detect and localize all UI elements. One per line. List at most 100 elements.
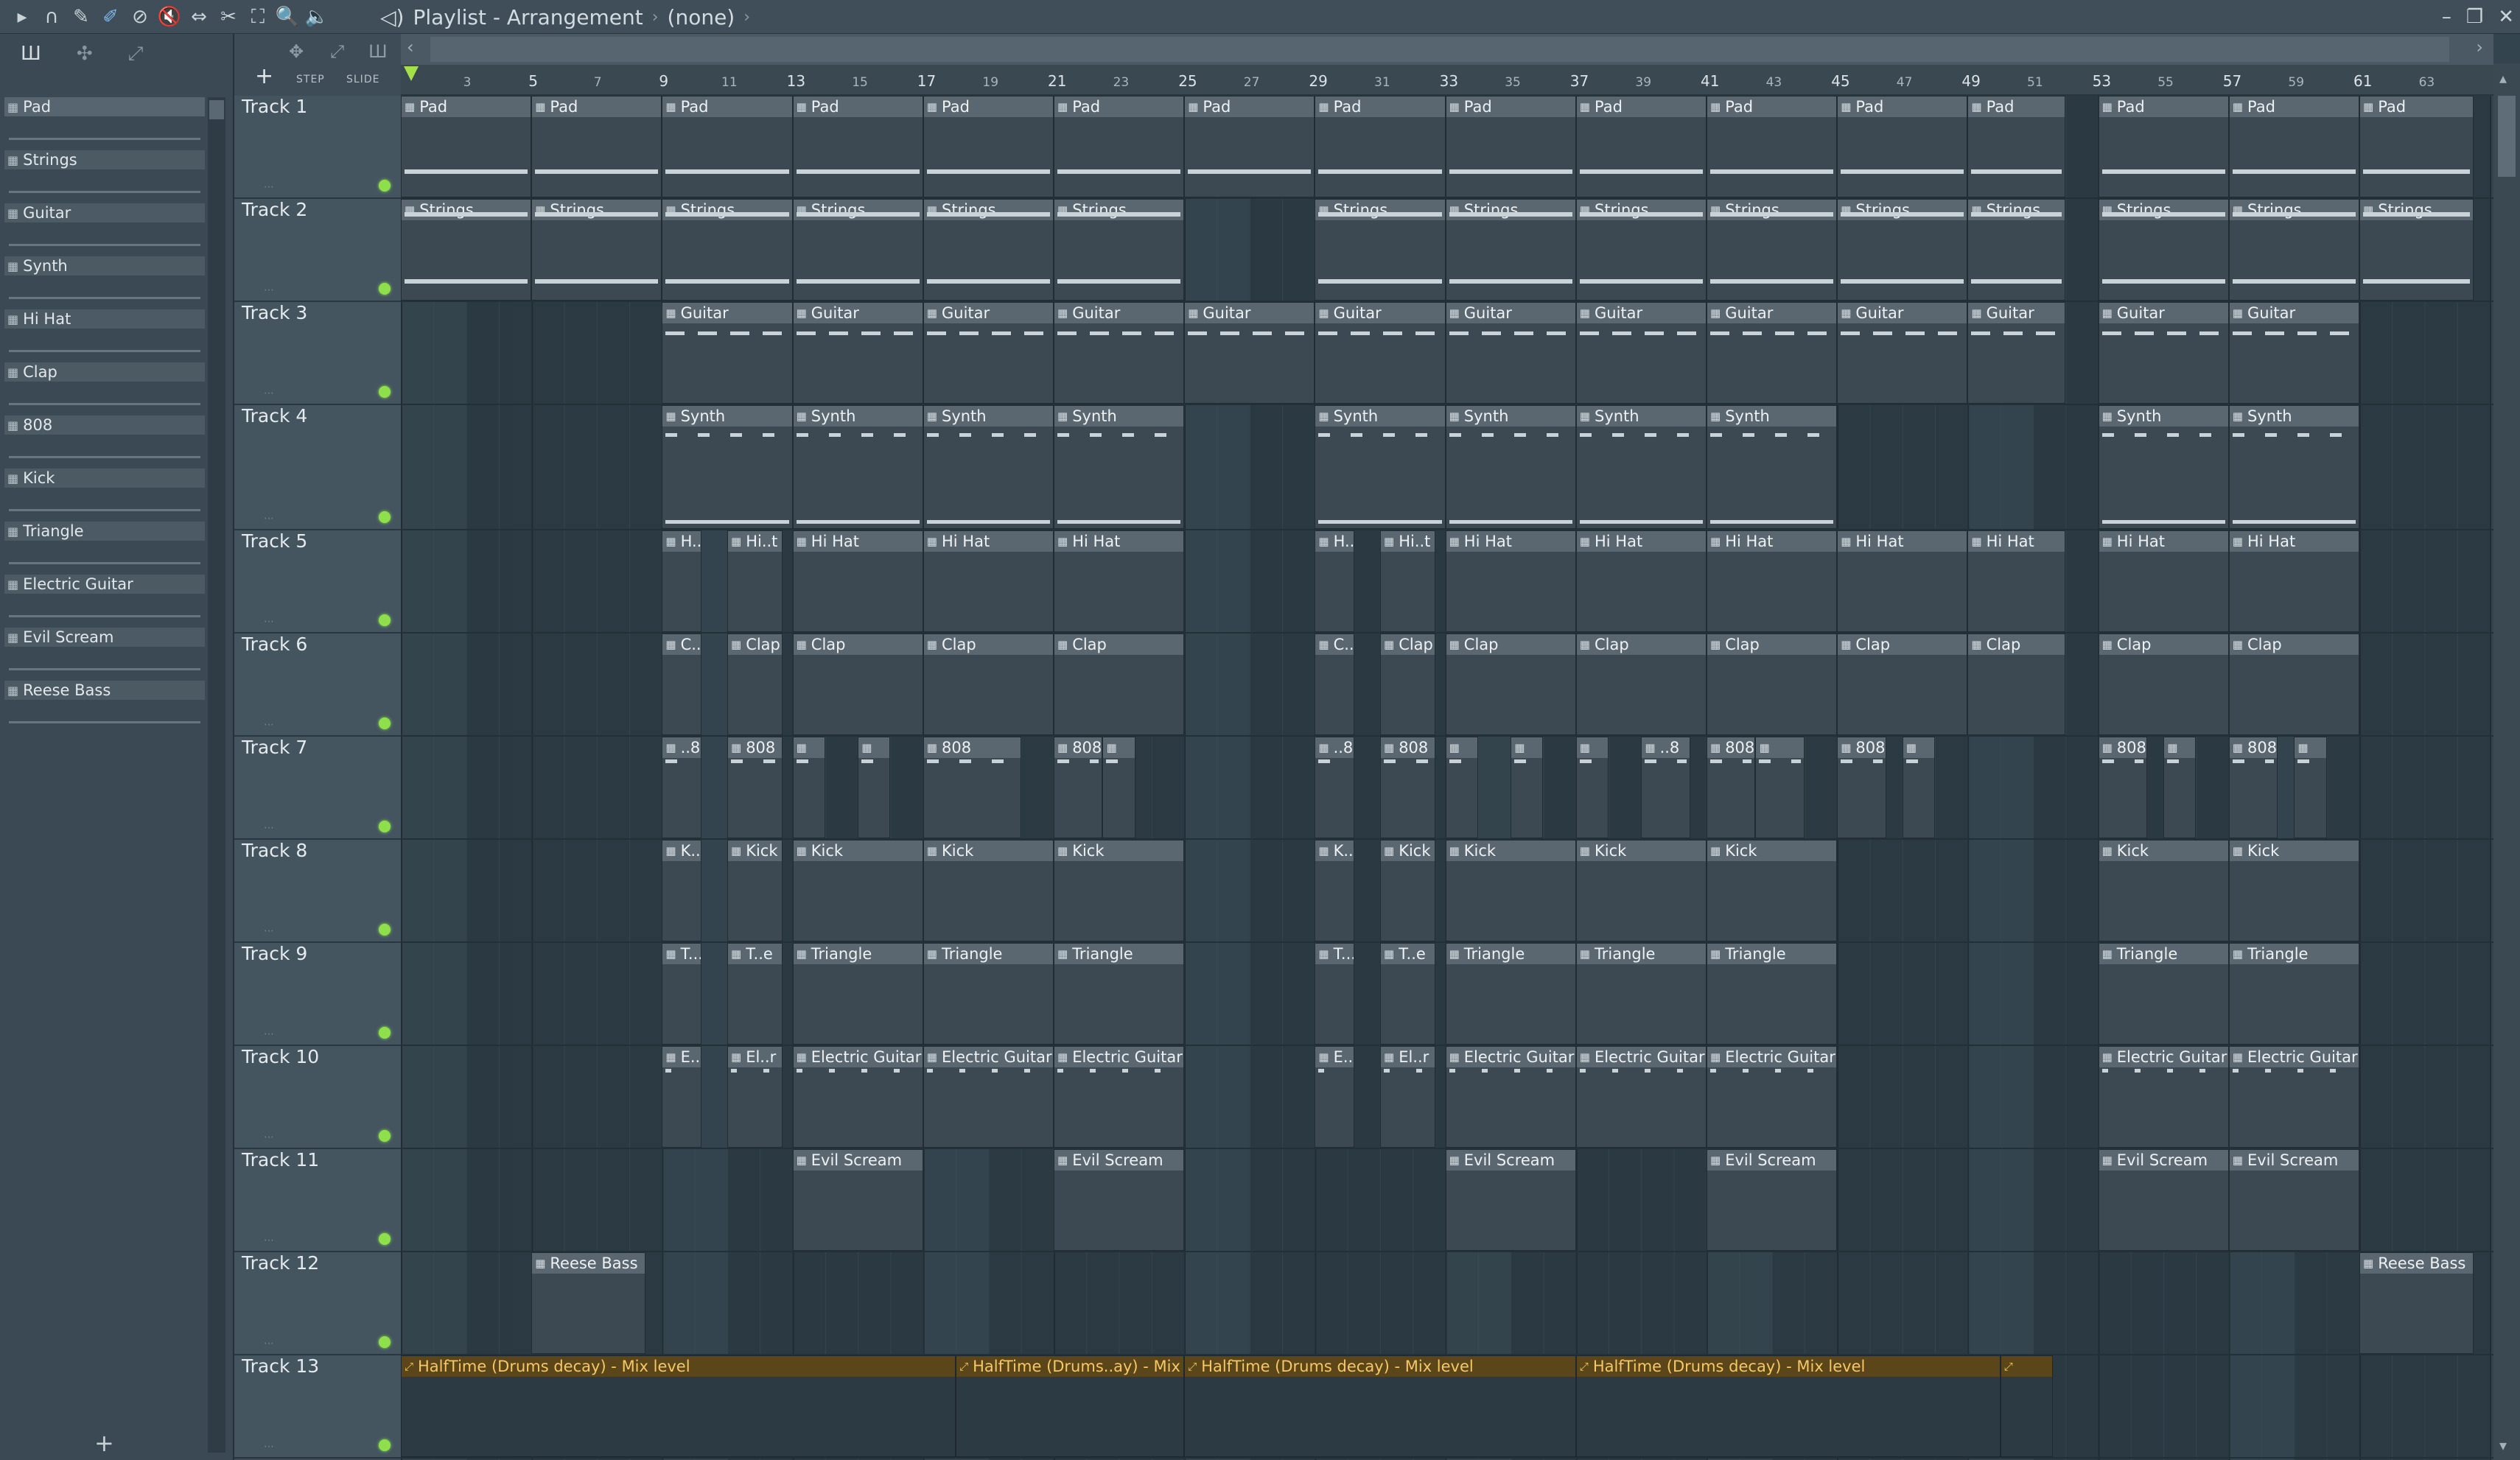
clip-menu-icon[interactable]: ▦ [797, 100, 807, 113]
playback-icon[interactable]: 🔈 [302, 2, 332, 32]
clip-menu-icon[interactable]: ▦ [2102, 410, 2113, 423]
clip-menu-icon[interactable]: ▦ [2233, 306, 2243, 320]
pattern-clip[interactable]: ▦ T... [1315, 943, 1354, 1045]
clip-menu-icon[interactable]: ▦ [2233, 741, 2243, 754]
clip-header[interactable]: ▦ Pad [1838, 96, 1967, 117]
pattern-clip[interactable]: ▦ Kick [1575, 840, 1707, 941]
pattern-clip[interactable]: ▦ Hi Hat [1575, 530, 1707, 632]
clip-menu-icon[interactable]: ▦ [797, 1050, 807, 1064]
clip-menu-icon[interactable]: ▦ [927, 844, 937, 857]
pattern-clip[interactable]: ▦ Strings [1445, 199, 1576, 301]
track-name[interactable]: Track 1 [242, 96, 307, 117]
pattern-clip[interactable]: ▦ Hi..t [1380, 530, 1436, 632]
clip-menu-icon[interactable]: ▦ [2102, 1154, 2113, 1167]
scroll-right-icon[interactable]: › [2476, 37, 2483, 57]
track-mute-led[interactable] [379, 614, 391, 626]
pattern-clip[interactable]: ▦ Pad [401, 96, 532, 197]
pattern-clip[interactable]: ▦ Strings [792, 199, 923, 301]
clip-menu-icon[interactable]: ▦ [2102, 100, 2113, 113]
clip-menu-icon[interactable]: ▦ [1710, 410, 1721, 423]
track-name[interactable]: Track 2 [242, 199, 307, 220]
clip-menu-icon[interactable]: ▦ [1057, 844, 1068, 857]
pattern-clip[interactable]: ▦ Pad [1575, 96, 1707, 197]
pattern-clip[interactable]: ▦ Guitar [1967, 302, 2066, 404]
clip-header[interactable]: ▦ Guitar [2229, 303, 2359, 323]
pattern-item[interactable]: ▦ Reese Bass [4, 681, 205, 734]
clip-header[interactable]: ▦ Strings [1968, 200, 2065, 220]
pattern-clip[interactable]: ▦ Guitar [2228, 302, 2359, 404]
pattern-clip[interactable]: ▦ Pad [531, 96, 662, 197]
clip-menu-icon[interactable]: ▦ [1057, 947, 1068, 961]
clip-menu-icon[interactable]: ▦ [797, 410, 807, 423]
picker-patterns-icon[interactable]: Ш [21, 43, 41, 65]
clip-menu-icon[interactable]: ▦ [1759, 741, 1769, 754]
clip-header[interactable]: ▦ Hi Hat [1576, 531, 1706, 552]
pattern-clip[interactable]: ▦ 808 [1380, 737, 1436, 838]
pattern-clip[interactable]: ▦ Clap [727, 634, 783, 735]
clip-menu-icon[interactable]: ▦ [1318, 306, 1329, 320]
clip-menu-icon[interactable]: ▦ [1710, 1050, 1721, 1064]
clip-header[interactable]: ▦ Strings [662, 200, 792, 220]
pattern-clip[interactable]: ▦ Clap [1707, 634, 1838, 735]
pattern-clip[interactable]: ▦ 808 [2228, 737, 2278, 838]
clip-menu-icon[interactable]: ▦ [2233, 1154, 2243, 1167]
pattern-clip[interactable]: ▦ Evil Scream [1445, 1149, 1576, 1251]
clip-menu-icon[interactable]: ▦ [927, 100, 937, 113]
clip-header[interactable]: ▦ Triangle [1576, 944, 1706, 964]
clip-header[interactable]: ▦ H... [662, 531, 701, 552]
clip-header[interactable]: ▦ Pad [1968, 96, 2065, 117]
pattern-clip[interactable]: ▦ Strings [1837, 199, 1968, 301]
clip-header[interactable]: ▦ T... [662, 944, 701, 964]
clip-menu-icon[interactable]: ▦ [1449, 1154, 1460, 1167]
clip-header[interactable]: ▦ Hi Hat [2229, 531, 2359, 552]
pattern-clip[interactable]: ▦ Synth [1575, 405, 1707, 529]
clip-menu-icon[interactable]: ▦ [1449, 638, 1460, 651]
track-name[interactable]: Track 9 [242, 943, 307, 964]
clip-menu-icon[interactable]: ▦ [1710, 306, 1721, 320]
clip-menu-icon[interactable]: ▦ [1710, 535, 1721, 548]
pattern-clip[interactable]: ▦ Guitar [1837, 302, 1968, 404]
slide-toggle[interactable]: SLIDE [346, 74, 379, 85]
clip-menu-icon[interactable]: ▦ [1384, 844, 1394, 857]
add-track-button[interactable]: + [255, 63, 273, 89]
snap-icon[interactable]: ✥ [289, 41, 304, 62]
pattern-clip[interactable]: ▦ Strings [2098, 199, 2229, 301]
clip-menu-icon[interactable]: ▦ [797, 947, 807, 961]
clip-menu-icon[interactable]: ▦ [665, 306, 676, 320]
pattern-clip[interactable]: ▦ Synth [792, 405, 923, 529]
clip-header[interactable]: ▦ K... [662, 840, 701, 861]
clip-header[interactable]: ▦ Guitar [2099, 303, 2228, 323]
clip-menu-icon[interactable]: ▦ [535, 100, 545, 113]
clip-header[interactable]: ▦ [2295, 737, 2326, 758]
pattern-clip[interactable]: ▦ Hi Hat [1967, 530, 2066, 632]
clip-header[interactable]: ▦ Kick [793, 840, 923, 861]
clip-menu-icon[interactable]: ▦ [1449, 410, 1460, 423]
arrangement-name[interactable]: (none) [668, 5, 735, 29]
clip-header[interactable]: ▦ ..8 [662, 737, 701, 758]
clip-header[interactable]: ▦ Evil Scream [2099, 1150, 2228, 1171]
pattern-clip[interactable]: ▦ C... [1315, 634, 1354, 735]
track-grip-icon[interactable]: ⋯ [264, 719, 274, 731]
pattern-clip[interactable]: ▦ Guitar [1315, 302, 1446, 404]
pattern-clip[interactable]: ▦ Clap [1445, 634, 1576, 735]
pattern-clip[interactable]: ▦ Clap [1967, 634, 2066, 735]
clip-menu-icon[interactable]: ▦ [665, 535, 676, 548]
timeline-ruler[interactable]: 3 5 7 9 11 13 15 17 19 21 23 25 27 29 31 33 35 37 39 41 43 45… [401, 65, 2493, 96]
pattern-clip[interactable]: ▦ Evil Scream [792, 1149, 923, 1251]
clip-header[interactable]: ▦ Synth [923, 406, 1053, 427]
automation-clip[interactable]: ⤢ HalfTime (Drums..ay) - Mix level [956, 1355, 1185, 1457]
clip-menu-icon[interactable]: ▦ [731, 1050, 741, 1064]
clip-menu-icon[interactable]: ▦ [1449, 844, 1460, 857]
clip-menu-icon[interactable]: ▦ [927, 410, 937, 423]
clip-header[interactable]: ▦ Triangle [2099, 944, 2228, 964]
clip-menu-icon[interactable]: ▦ [2102, 638, 2113, 651]
clip-header[interactable]: ▦ Strings [793, 200, 923, 220]
restore-button[interactable]: ❐ [2466, 6, 2483, 28]
pattern-clip[interactable]: ▦ Hi Hat [1707, 530, 1838, 632]
clip-header[interactable]: ▦ Strings [1446, 200, 1575, 220]
pattern-clip[interactable]: ▦ Pad [1054, 96, 1185, 197]
clip-menu-icon[interactable]: ▦ [1841, 535, 1851, 548]
overview-scrollbar[interactable]: ‹ › [401, 34, 2493, 65]
clip-menu-icon[interactable]: ▦ [1449, 947, 1460, 961]
clip-header[interactable]: ⤢ HalfTime (Drums decay) - Mix level [402, 1356, 956, 1377]
